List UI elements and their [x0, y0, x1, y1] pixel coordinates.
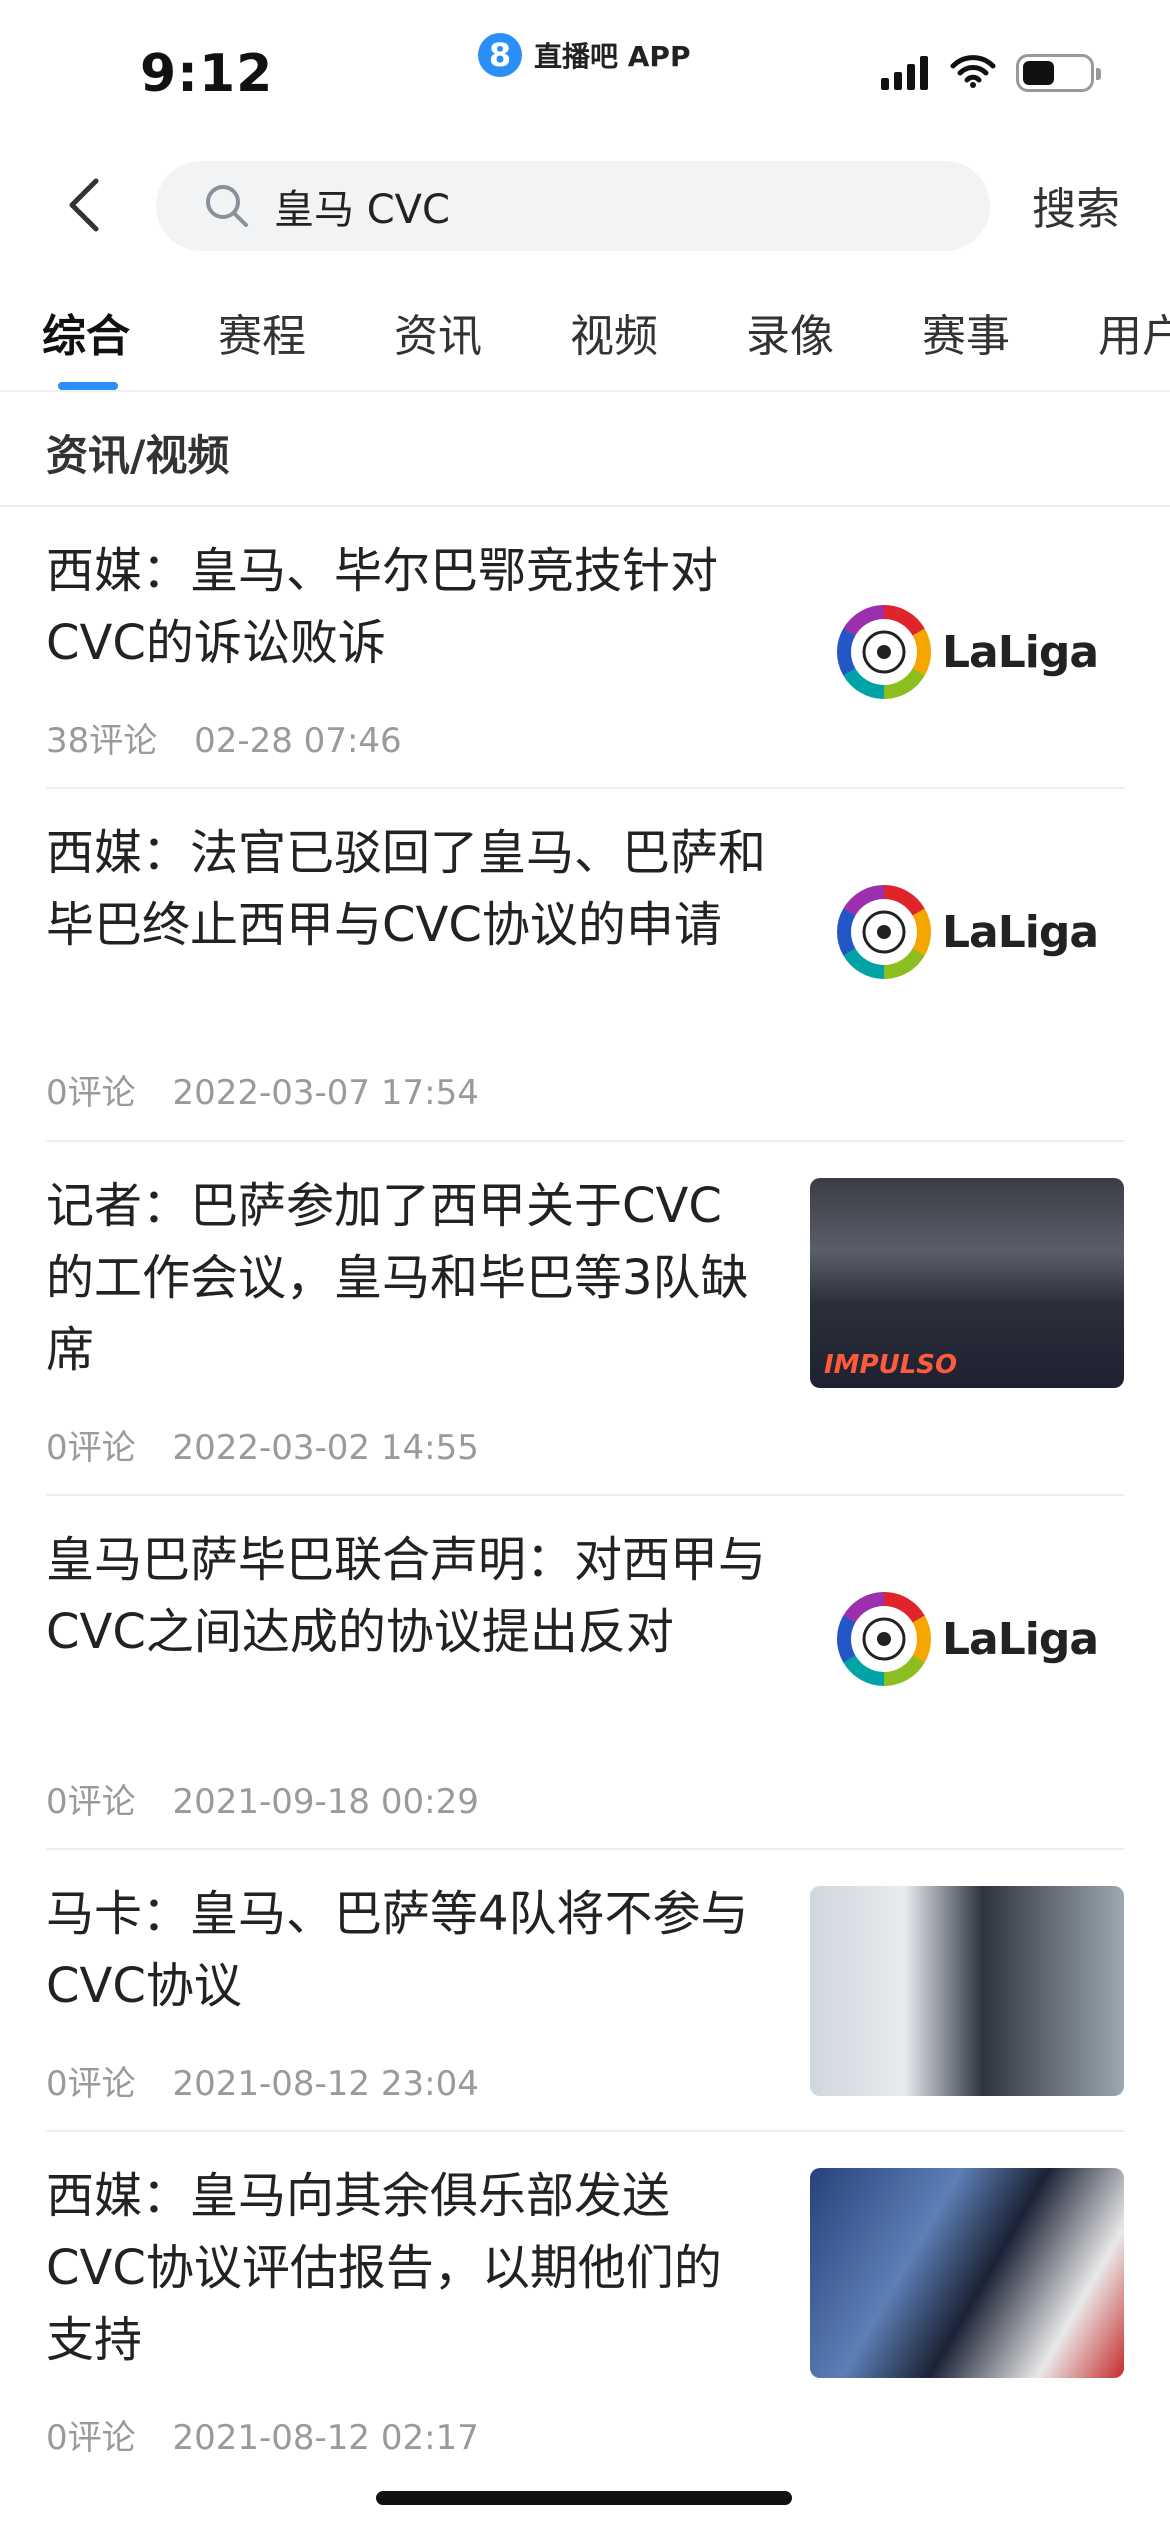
tab-users[interactable]: 用户 [1098, 300, 1170, 364]
news-date: 2022-03-07 17:54 [172, 1073, 479, 1113]
news-item[interactable]: 记者：巴萨参加了西甲关于CVC的工作会议，皇马和毕巴等3队缺席 0评论 2022… [46, 1170, 1124, 1490]
battery-icon [1016, 54, 1101, 92]
news-thumbnail: LaLiga [810, 547, 1124, 757]
news-date: 2021-08-12 02:17 [172, 2418, 479, 2458]
news-meta: 0评论 2021-08-12 23:04 [46, 2056, 479, 2105]
news-thumbnail [810, 1886, 1124, 2096]
news-title: 记者：巴萨参加了西甲关于CVC的工作会议，皇马和毕巴等3队缺席 [46, 1178, 749, 1378]
news-title: 皇马巴萨毕巴联合声明：对西甲与CVC之间达成的协议提出反对 [46, 1532, 767, 1660]
news-thumbnail [810, 2168, 1124, 2378]
chevron-left-icon [69, 178, 99, 232]
search-results-page: 9:12 8 直播吧 APP 皇马 CVC 搜索 综合 赛程 资讯 视频 录像 … [0, 0, 1170, 2532]
divider [0, 505, 1170, 507]
app-name: 直播吧 APP [534, 40, 691, 73]
impulso-banner-text: IMPULSO [824, 1350, 958, 1380]
search-input[interactable] [274, 183, 874, 229]
news-meta: 38评论 02-28 07:46 [46, 713, 402, 762]
divider [46, 787, 1124, 789]
news-thumbnail: IMPULSO [810, 1178, 1124, 1388]
cellular-signal-icon [881, 56, 928, 90]
news-date: 2022-03-02 14:55 [172, 1428, 479, 1468]
section-title: 资讯/视频 [46, 431, 230, 480]
news-meta: 0评论 2022-03-02 14:55 [46, 1420, 479, 1469]
home-indicator[interactable] [376, 2491, 792, 2505]
news-comments: 0评论 [46, 2064, 136, 2104]
laliga-logo-icon [836, 1592, 931, 1686]
news-comments: 0评论 [46, 1073, 136, 1113]
news-title: 西媒：皇马、毕尔巴鄂竞技针对CVC的诉讼败诉 [46, 543, 719, 671]
news-comments: 0评论 [46, 2418, 136, 2458]
search-box[interactable] [156, 161, 990, 251]
search-header: 搜索 [0, 155, 1170, 255]
tab-comprehensive[interactable]: 综合 [42, 300, 130, 364]
news-meta: 0评论 2022-03-07 17:54 [46, 1065, 479, 1114]
search-button[interactable]: 搜索 [1032, 173, 1120, 237]
news-item[interactable]: 马卡：皇马、巴萨等4队将不参与CVC协议 0评论 2021-08-12 23:0… [46, 1878, 1124, 2128]
news-thumbnail: LaLiga [810, 1534, 1124, 1744]
news-title: 西媒：法官已驳回了皇马、巴萨和毕巴终止西甲与CVC协议的申请 [46, 825, 767, 953]
tab-events[interactable]: 赛事 [922, 300, 1010, 364]
news-meta: 0评论 2021-09-18 00:29 [46, 1774, 479, 1823]
laliga-logo-icon [836, 885, 931, 979]
status-time: 9:12 [140, 44, 274, 104]
status-icons [881, 54, 1101, 92]
news-thumbnail: LaLiga [810, 827, 1124, 1037]
laliga-wordmark: LaLiga [941, 626, 1099, 678]
news-title: 西媒：皇马向其余俱乐部发送CVC协议评估报告，以期他们的支持 [46, 2168, 722, 2368]
tab-news[interactable]: 资讯 [394, 300, 482, 364]
news-comments: 0评论 [46, 1782, 136, 1822]
divider [46, 2130, 1124, 2132]
news-comments: 38评论 [46, 721, 158, 761]
news-item[interactable]: 西媒：皇马、毕尔巴鄂竞技针对CVC的诉讼败诉 38评论 02-28 07:46 … [46, 535, 1124, 785]
news-meta: 0评论 2021-08-12 02:17 [46, 2410, 479, 2459]
status-bar: 9:12 8 直播吧 APP [0, 0, 1170, 140]
news-title: 马卡：皇马、巴萨等4队将不参与CVC协议 [46, 1886, 749, 2014]
news-date: 2021-09-18 00:29 [172, 1782, 479, 1822]
divider [46, 1494, 1124, 1496]
tab-schedule[interactable]: 赛程 [218, 300, 306, 364]
divider [46, 1140, 1124, 1142]
news-date: 02-28 07:46 [194, 721, 402, 761]
divider [46, 1848, 1124, 1850]
laliga-wordmark: LaLiga [941, 1613, 1099, 1665]
app-logo-icon: 8 [478, 33, 522, 77]
news-item[interactable]: 西媒：法官已驳回了皇马、巴萨和毕巴终止西甲与CVC协议的申请 0评论 2022-… [46, 817, 1124, 1137]
tab-bar: 综合 赛程 资讯 视频 录像 赛事 用户 [0, 300, 1170, 392]
wifi-icon [950, 54, 996, 92]
tab-replay[interactable]: 录像 [746, 300, 834, 364]
active-tab-indicator [58, 382, 118, 390]
app-banner[interactable]: 8 直播吧 APP [478, 32, 690, 78]
news-item[interactable]: 西媒：皇马向其余俱乐部发送CVC协议评估报告，以期他们的支持 0评论 2021-… [46, 2160, 1124, 2480]
laliga-wordmark: LaLiga [941, 906, 1099, 958]
tab-video[interactable]: 视频 [570, 300, 658, 364]
laliga-logo-icon [836, 605, 931, 699]
search-icon [204, 183, 250, 229]
news-item[interactable]: 皇马巴萨毕巴联合声明：对西甲与CVC之间达成的协议提出反对 0评论 2021-0… [46, 1524, 1124, 1844]
back-button[interactable] [54, 175, 114, 235]
news-date: 2021-08-12 23:04 [172, 2064, 479, 2104]
news-comments: 0评论 [46, 1428, 136, 1468]
